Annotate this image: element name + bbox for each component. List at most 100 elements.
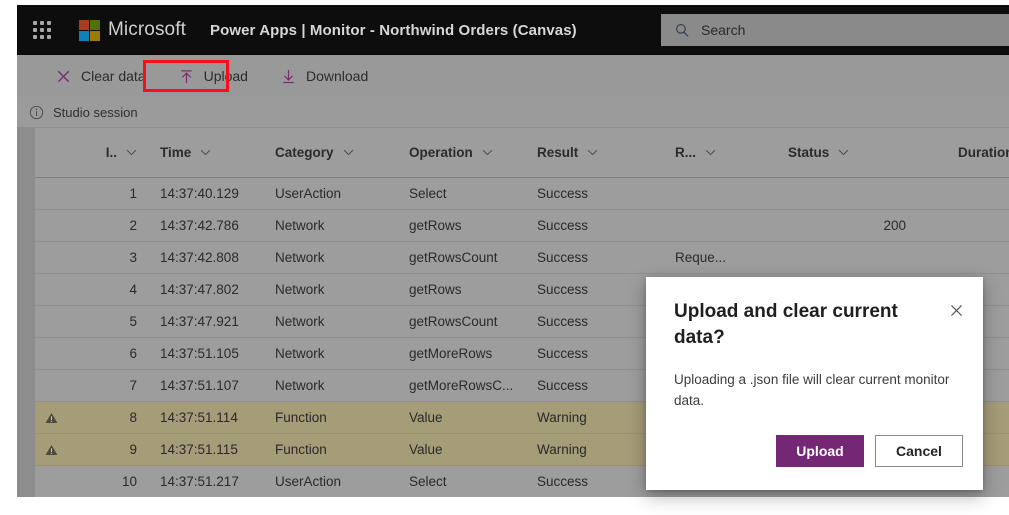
cell-index: 3 <box>129 250 137 265</box>
chevron-down-icon <box>343 149 353 156</box>
cell-duration: 2,625 <box>926 218 1009 233</box>
cell-time: 14:37:51.114 <box>160 410 238 425</box>
chevron-down-icon <box>588 149 598 156</box>
cell-index: 6 <box>129 346 137 361</box>
cell-time: 14:37:51.105 <box>160 346 239 361</box>
session-label: Studio session <box>53 104 138 120</box>
table-row[interactable]: 1 14:37:40.129 UserAction Select Success <box>35 178 1009 210</box>
cell-operation: Value <box>409 442 443 457</box>
page-title: Power Apps | Monitor - Northwind Orders … <box>209 21 577 39</box>
dialog-title: Upload and clear current data? <box>674 301 898 348</box>
cell-operation: getMoreRows <box>409 346 493 361</box>
monitor-app-window: Microsoft Power Apps | Monitor - Northwi… <box>0 0 1009 515</box>
cell-result: Success <box>537 186 589 201</box>
chevron-down-icon <box>201 149 211 156</box>
warning-triangle-icon <box>35 444 67 456</box>
session-info-row: Studio session <box>17 97 1009 128</box>
clear-data-button[interactable]: Clear data <box>44 59 157 93</box>
upload-confirm-dialog: Upload and clear current data? Uploading… <box>646 277 983 490</box>
column-header-category-label: Category <box>275 145 334 160</box>
column-header-result[interactable]: Result <box>535 145 668 160</box>
cell-operation: Select <box>409 474 447 489</box>
cell-index: 1 <box>129 186 137 201</box>
cell-category: Network <box>275 218 325 233</box>
app-launcher-waffle-icon[interactable] <box>33 21 51 39</box>
upload-label: Upload <box>203 68 248 84</box>
microsoft-squares-icon <box>79 19 100 41</box>
warning-triangle-icon <box>35 412 67 424</box>
search-icon <box>675 23 690 38</box>
search-placeholder-text: Search <box>701 22 746 38</box>
upload-arrow-icon <box>178 68 195 85</box>
cell-index: 2 <box>129 218 137 233</box>
dialog-close-button[interactable] <box>943 297 969 323</box>
cell-category: Network <box>275 314 325 329</box>
cell-operation: Value <box>409 410 443 425</box>
left-rail <box>17 128 35 497</box>
cell-category: Function <box>275 442 327 457</box>
table-row[interactable]: 2 14:37:42.786 Network getRows Success 200 2,6… <box>35 210 1009 242</box>
column-header-time-label: Time <box>160 145 192 160</box>
close-x-icon <box>55 68 72 85</box>
column-header-result-label: Result <box>537 145 579 160</box>
dialog-upload-button[interactable]: Upload <box>776 435 864 467</box>
cell-index: 10 <box>121 474 137 489</box>
column-header-index-label: I.. <box>105 145 117 160</box>
cell-time: 14:37:47.802 <box>160 282 239 297</box>
cell-operation: Select <box>409 186 447 201</box>
cell-operation: getRows <box>409 282 462 297</box>
cell-time: 14:37:51.115 <box>160 442 238 457</box>
column-header-status[interactable]: Status <box>781 145 926 160</box>
cell-category: Network <box>275 346 325 361</box>
cell-index: 5 <box>129 314 137 329</box>
column-header-time[interactable]: Time <box>147 145 272 160</box>
search-input[interactable]: Search <box>661 14 1009 46</box>
cell-category: Network <box>275 282 325 297</box>
column-header-operation[interactable]: Operation <box>407 145 535 160</box>
cell-time: 14:37:51.217 <box>160 474 239 489</box>
table-row[interactable]: 3 14:37:42.808 Network getRowsCount Success R… <box>35 242 1009 274</box>
cell-time: 14:37:42.808 <box>160 250 239 265</box>
microsoft-wordmark: Microsoft <box>108 19 186 40</box>
column-header-duration[interactable]: Duration (... <box>926 145 1009 160</box>
chevron-down-icon <box>126 149 137 156</box>
column-header-duration-label: Duration (... <box>958 145 1009 160</box>
cell-index: 4 <box>129 282 137 297</box>
cell-index: 9 <box>129 442 137 457</box>
close-x-icon <box>950 304 962 316</box>
cell-category: UserAction <box>275 474 342 489</box>
column-header-request-label: R... <box>675 145 697 160</box>
cell-result: Success <box>537 218 589 233</box>
cell-time: 14:37:47.921 <box>160 314 239 329</box>
microsoft-logo[interactable]: Microsoft <box>79 19 186 41</box>
column-header-category[interactable]: Category <box>272 145 407 160</box>
dialog-body-text: Uploading a .json file will clear curren… <box>674 372 950 408</box>
cell-operation: getRows <box>409 218 462 233</box>
chevron-down-icon <box>839 149 849 156</box>
upload-button[interactable]: Upload <box>167 59 259 93</box>
table-header-row: I.. Time Category Operation Result R... <box>35 128 1009 178</box>
cell-result: Success <box>537 250 589 265</box>
cell-index: 8 <box>129 410 137 425</box>
clear-data-label: Clear data <box>81 68 146 84</box>
download-arrow-icon <box>280 68 297 85</box>
chevron-down-icon <box>482 149 492 156</box>
column-header-index[interactable]: I.. <box>67 145 147 160</box>
dialog-cancel-button[interactable]: Cancel <box>875 435 963 467</box>
dialog-actions: Upload Cancel <box>776 435 963 467</box>
column-header-operation-label: Operation <box>409 145 473 160</box>
cell-time: 14:37:51.107 <box>160 378 239 393</box>
cell-category: Network <box>275 250 325 265</box>
cell-operation: getMoreRowsC... <box>409 378 514 393</box>
cell-category: UserAction <box>275 186 342 201</box>
command-bar: Clear data Upload Download <box>17 55 1009 97</box>
cell-time: 14:37:40.129 <box>160 186 239 201</box>
download-button[interactable]: Download <box>269 59 379 93</box>
download-label: Download <box>305 68 369 84</box>
cell-index: 7 <box>129 378 137 393</box>
column-header-status-label: Status <box>788 145 830 160</box>
cell-request: Reque... <box>675 250 727 265</box>
cell-status: 200 <box>883 218 906 233</box>
column-header-request[interactable]: R... <box>668 145 781 160</box>
cell-category: Function <box>275 410 327 425</box>
